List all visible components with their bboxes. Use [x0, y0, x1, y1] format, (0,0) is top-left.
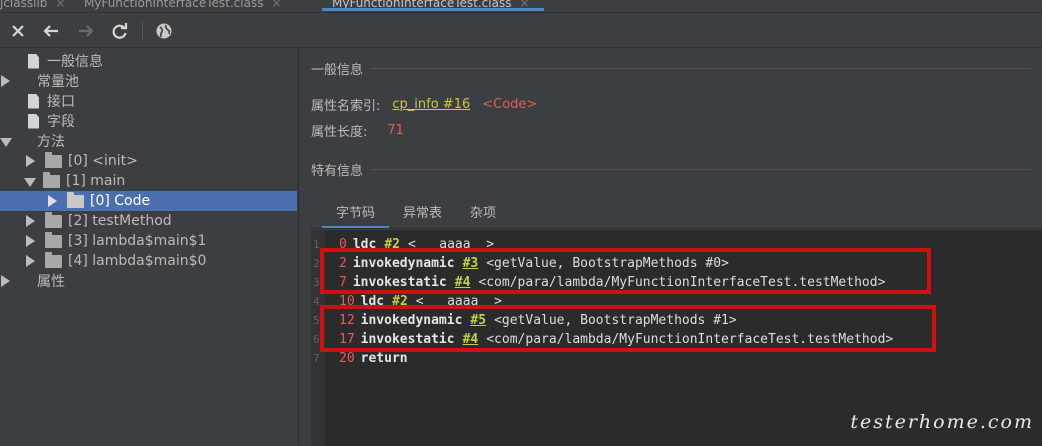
toolbar [0, 14, 1042, 48]
refresh-icon [112, 23, 128, 39]
close-icon [12, 25, 24, 37]
folder-icon [45, 251, 62, 268]
back-button[interactable] [40, 20, 62, 42]
subtab-divider [311, 228, 1042, 229]
specific-info-section-title: 特有信息 [311, 160, 1032, 179]
open-web-button[interactable] [153, 20, 175, 42]
attr-name-label: 属性名索引: [311, 99, 381, 114]
tree-item-label: [0] Code [90, 193, 151, 209]
tree-item-method-init[interactable]: [0] <init> [0, 151, 297, 171]
collapse-arrow-icon[interactable] [24, 177, 36, 187]
highlight-box-lambda-1 [320, 305, 936, 352]
tab-label: MyFunctionInterfaceTest.class [332, 0, 512, 10]
attribute-length-row: 属性长度: 71 [311, 121, 404, 140]
watermark: testerhome.com [850, 411, 1034, 433]
tree-item-label: [2] testMethod [68, 213, 172, 229]
file-icon [28, 93, 39, 109]
attribute-name-index-row: 属性名索引: cp_info #16 <Code> [311, 95, 537, 114]
close-icon[interactable]: × [271, 0, 281, 10]
tab-bytecode[interactable]: 字节码 [322, 201, 390, 229]
tab-label: jclasslib [0, 0, 48, 10]
globe-icon [156, 23, 172, 39]
tree-item-label: 属性 [37, 274, 65, 290]
attr-length-label: 属性长度: [311, 125, 368, 140]
expand-arrow-icon[interactable] [1, 275, 11, 287]
editor-tab-class-2[interactable]: MyFunctionInterfaceTest.class × [322, 0, 544, 12]
section-rule [371, 68, 1032, 69]
expand-arrow-icon[interactable] [26, 235, 36, 247]
tree-item-interfaces[interactable]: 接口 [0, 91, 297, 111]
tree-item-method-lambda0[interactable]: [4] lambda$main$0 [0, 251, 297, 271]
tree-item-general-info[interactable]: 一般信息 [0, 51, 297, 71]
expand-arrow-icon[interactable] [26, 155, 36, 167]
folder-icon [43, 171, 60, 188]
detail-subtabs: 字节码 异常表 杂项 [322, 201, 510, 229]
tree-item-fields[interactable]: 字段 [0, 111, 297, 131]
attr-name-value: <Code> [482, 97, 538, 112]
tree-item-label: [0] <init> [68, 153, 138, 169]
tree-item-method-main[interactable]: [1] main [0, 171, 297, 191]
file-icon [28, 113, 39, 129]
tree-item-label: [4] lambda$main$0 [68, 253, 207, 269]
tree-item-method-lambda1[interactable]: [3] lambda$main$1 [0, 231, 297, 251]
tab-label: MyFunctionInterfaceTest.class [84, 0, 264, 10]
folder-icon [45, 231, 62, 248]
tree-item-main-code[interactable]: [0] Code [0, 191, 297, 211]
detail-panel: 一般信息 属性名索引: cp_info #16 <Code> 属性长度: 71 … [300, 49, 1042, 446]
tree-item-label: 一般信息 [47, 54, 103, 70]
editor-tab-class-1[interactable]: MyFunctionInterfaceTest.class × [84, 0, 282, 12]
general-info-section-title: 一般信息 [311, 59, 1032, 78]
expand-arrow-icon[interactable] [48, 195, 58, 207]
tree-item-label: 方法 [37, 134, 65, 150]
editor-tab-jclasslib[interactable]: jclasslib × [0, 0, 65, 12]
tab-exception-table[interactable]: 异常表 [389, 201, 456, 227]
folder-icon [67, 191, 84, 208]
forward-button[interactable] [75, 20, 97, 42]
section-title-text: 特有信息 [311, 164, 364, 179]
tree-item-method-testmethod[interactable]: [2] testMethod [0, 211, 297, 231]
toolbar-separator [142, 22, 143, 40]
expand-arrow-icon[interactable] [1, 75, 11, 87]
arrow-left-icon [43, 25, 58, 37]
tree-item-label: 常量池 [37, 74, 79, 90]
tree-item-label: 字段 [47, 114, 75, 130]
file-icon [28, 53, 39, 69]
folder-icon [45, 151, 62, 168]
collapse-arrow-icon[interactable] [0, 137, 12, 147]
cp-info-link[interactable]: cp_info #16 [392, 97, 470, 112]
tree-item-attributes[interactable]: 属性 [0, 271, 297, 291]
close-button[interactable] [7, 20, 29, 42]
editor-tab-strip: jclasslib × MyFunctionInterfaceTest.class… [0, 0, 1042, 13]
close-icon[interactable]: × [519, 0, 529, 10]
tree-item-label: [1] main [66, 173, 126, 189]
arrow-right-icon [79, 25, 94, 37]
highlight-box-lambda-0 [320, 248, 931, 294]
folder-icon [45, 211, 62, 228]
section-title-text: 一般信息 [311, 63, 364, 78]
tree-item-constant-pool[interactable]: 常量池 [0, 71, 297, 91]
tab-misc[interactable]: 杂项 [456, 201, 510, 227]
attr-length-value: 71 [387, 123, 404, 138]
expand-arrow-icon[interactable] [26, 255, 36, 267]
section-rule [371, 169, 1032, 170]
structure-tree[interactable]: 一般信息 常量池 接口 字段 方法 [0] <init> [1] main [0… [0, 49, 299, 446]
tree-item-label: 接口 [47, 94, 75, 110]
tree-item-methods[interactable]: 方法 [0, 131, 297, 151]
expand-arrow-icon[interactable] [26, 215, 36, 227]
close-icon[interactable]: × [55, 0, 65, 10]
refresh-button[interactable] [109, 20, 131, 42]
tree-item-label: [3] lambda$main$1 [68, 233, 207, 249]
